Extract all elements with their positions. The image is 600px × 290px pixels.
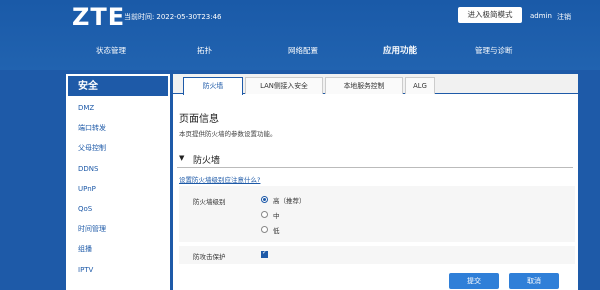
current-time-label: 当前时间: <box>124 13 155 21</box>
help-link[interactable]: 设置防火墙级别应注意什么? <box>179 174 260 184</box>
level-medium-label: 中 <box>273 212 280 220</box>
menu-status[interactable]: 状态管理 <box>96 45 126 56</box>
zte-logo: ZTE <box>72 3 126 31</box>
firewall-level-row: 防火墙级别 高（推荐） 中 低 <box>179 186 575 242</box>
top-header: ZTE 当前时间: 2022-05-30T23:46 进入极简模式 admin 注… <box>0 0 600 70</box>
page-description: 本页提供防火墙的参数设置功能。 <box>179 130 277 138</box>
main-panel: 防火墙 LAN侧接入安全 本地服务控制 ALG 页面信息 本页提供防火墙的参数设… <box>173 74 578 290</box>
tab-firewall[interactable]: 防火墙 <box>183 77 243 95</box>
sidebar-item-iptv[interactable]: IPTV <box>66 260 170 280</box>
firewall-section-title: 防火墙 <box>193 156 221 166</box>
firewall-section-toggle[interactable]: ▼ 防火墙 <box>177 152 573 168</box>
menu-management[interactable]: 管理与诊断 <box>475 45 513 56</box>
sidebar-item-ddns[interactable]: DDNS <box>66 159 170 179</box>
username: admin <box>530 12 552 20</box>
menu-topology[interactable]: 拓扑 <box>197 45 212 56</box>
page-title: 页面信息 <box>179 114 219 125</box>
tab-alg[interactable]: ALG <box>405 77 435 94</box>
logout-link[interactable]: 注销 <box>557 12 571 22</box>
tab-lan-access[interactable]: LAN侧接入安全 <box>245 77 323 94</box>
sidebar-item-qos[interactable]: QoS <box>66 199 170 219</box>
cancel-button[interactable]: 取消 <box>509 273 559 289</box>
submit-button[interactable]: 提交 <box>449 273 499 289</box>
tab-local-service[interactable]: 本地服务控制 <box>325 77 403 94</box>
antiattack-row: 防攻击保护 <box>179 246 575 264</box>
sidebar-item-upnp[interactable]: UPnP <box>66 179 170 199</box>
menu-applications[interactable]: 应用功能 <box>383 44 417 56</box>
level-low-radio[interactable] <box>261 226 268 233</box>
menu-network[interactable]: 网络配置 <box>288 45 318 56</box>
tab-bar: 防火墙 LAN侧接入安全 本地服务控制 ALG <box>173 74 578 95</box>
simple-mode-button[interactable]: 进入极简模式 <box>458 7 522 23</box>
level-high-radio[interactable] <box>261 196 268 203</box>
sidebar: 安全 DMZ 端口转发 父母控制 DDNS UPnP QoS 时间管理 组播 I… <box>66 74 170 290</box>
level-low-label: 低 <box>273 227 280 235</box>
sidebar-item-multicast[interactable]: 组播 <box>66 239 170 259</box>
level-medium-radio[interactable] <box>261 211 268 218</box>
current-time: 当前时间: 2022-05-30T23:46 <box>124 12 224 22</box>
level-high-label: 高（推荐） <box>273 197 306 205</box>
sidebar-item-parental[interactable]: 父母控制 <box>66 138 170 158</box>
antiattack-label: 防攻击保护 <box>193 253 226 261</box>
sidebar-item-port-forward[interactable]: 端口转发 <box>66 118 170 138</box>
current-time-value: 2022-05-30T23:46 <box>156 13 222 21</box>
antiattack-checkbox[interactable] <box>261 249 268 258</box>
sidebar-item-dmz[interactable]: DMZ <box>66 98 170 118</box>
sidebar-item-time[interactable]: 时间管理 <box>66 219 170 239</box>
caret-down-icon: ▼ <box>179 154 185 162</box>
firewall-level-label: 防火墙级别 <box>193 198 226 206</box>
sidebar-item-security[interactable]: 安全 <box>66 74 170 96</box>
